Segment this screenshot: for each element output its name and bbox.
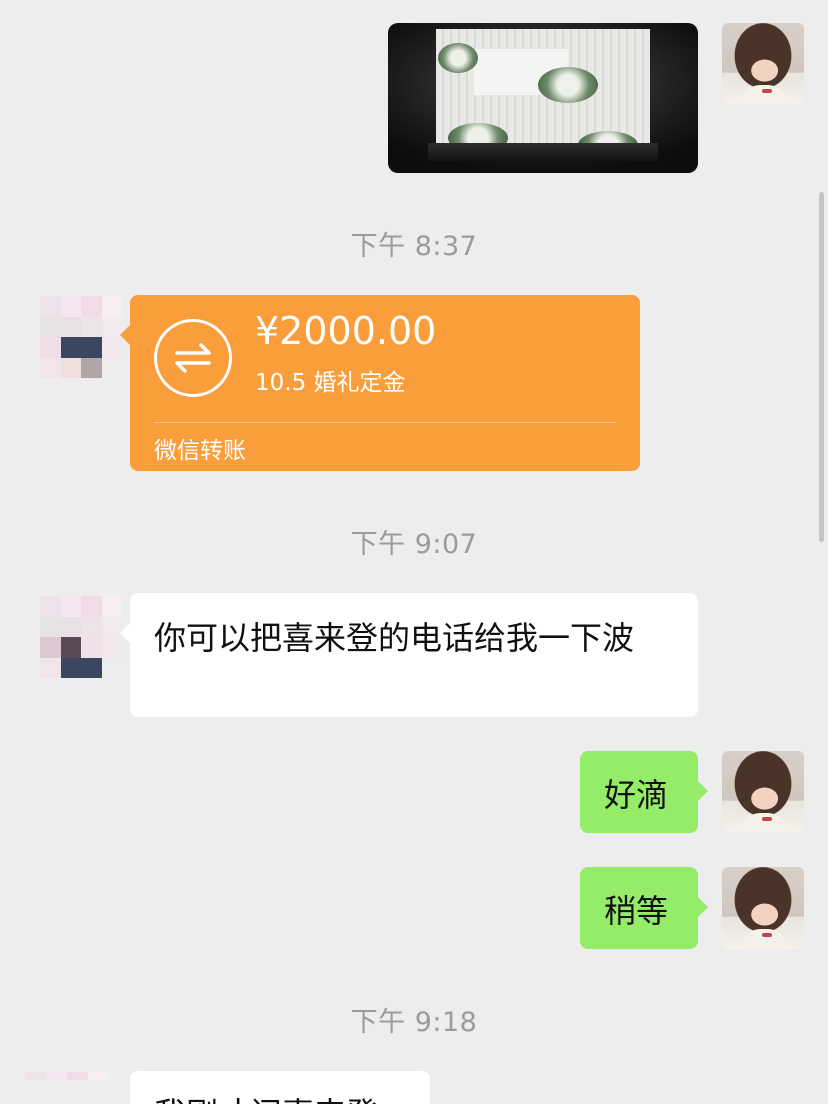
transfer-label: 微信转账 [154, 438, 246, 464]
transfer-divider [154, 422, 616, 423]
transfer-note: 10.5 婚礼定金 [255, 370, 406, 396]
image-message[interactable] [388, 23, 698, 173]
outgoing-message[interactable]: 稍等 [580, 867, 708, 949]
incoming-message[interactable]: 你可以把喜来登的电话给我一下波 [120, 593, 698, 717]
self-avatar[interactable] [722, 867, 804, 949]
image-floor [428, 143, 658, 161]
incoming-message[interactable]: 我刚才问喜来登 [130, 1071, 430, 1104]
transfer-amount: ¥2000.00 [255, 309, 437, 353]
self-avatar[interactable] [722, 751, 804, 833]
image-flower [438, 43, 478, 73]
contact-avatar[interactable] [26, 1072, 108, 1104]
timestamp: 下午 9:07 [350, 529, 478, 560]
message-text: 好滴 [604, 776, 669, 814]
outgoing-message[interactable]: 好滴 [580, 751, 708, 833]
scrollbar[interactable] [819, 192, 824, 542]
contact-avatar[interactable] [40, 596, 122, 678]
image-flower [538, 67, 598, 103]
message-text: 你可以把喜来登的电话给我一下波 [154, 619, 635, 657]
transfer-message[interactable]: ¥2000.00 10.5 婚礼定金 微信转账 [120, 295, 640, 471]
transfer-arrows-icon [154, 319, 232, 397]
message-text: 稍等 [604, 892, 669, 930]
self-avatar[interactable] [722, 23, 804, 105]
contact-avatar[interactable] [40, 296, 122, 378]
message-text: 我刚才问喜来登 [154, 1095, 378, 1104]
timestamp: 下午 8:37 [350, 231, 478, 262]
chat-window: 下午 8:37 ¥2000.00 10.5 婚礼定金 微信转账 下午 9:07 … [0, 0, 828, 1104]
timestamp: 下午 9:18 [350, 1007, 478, 1038]
